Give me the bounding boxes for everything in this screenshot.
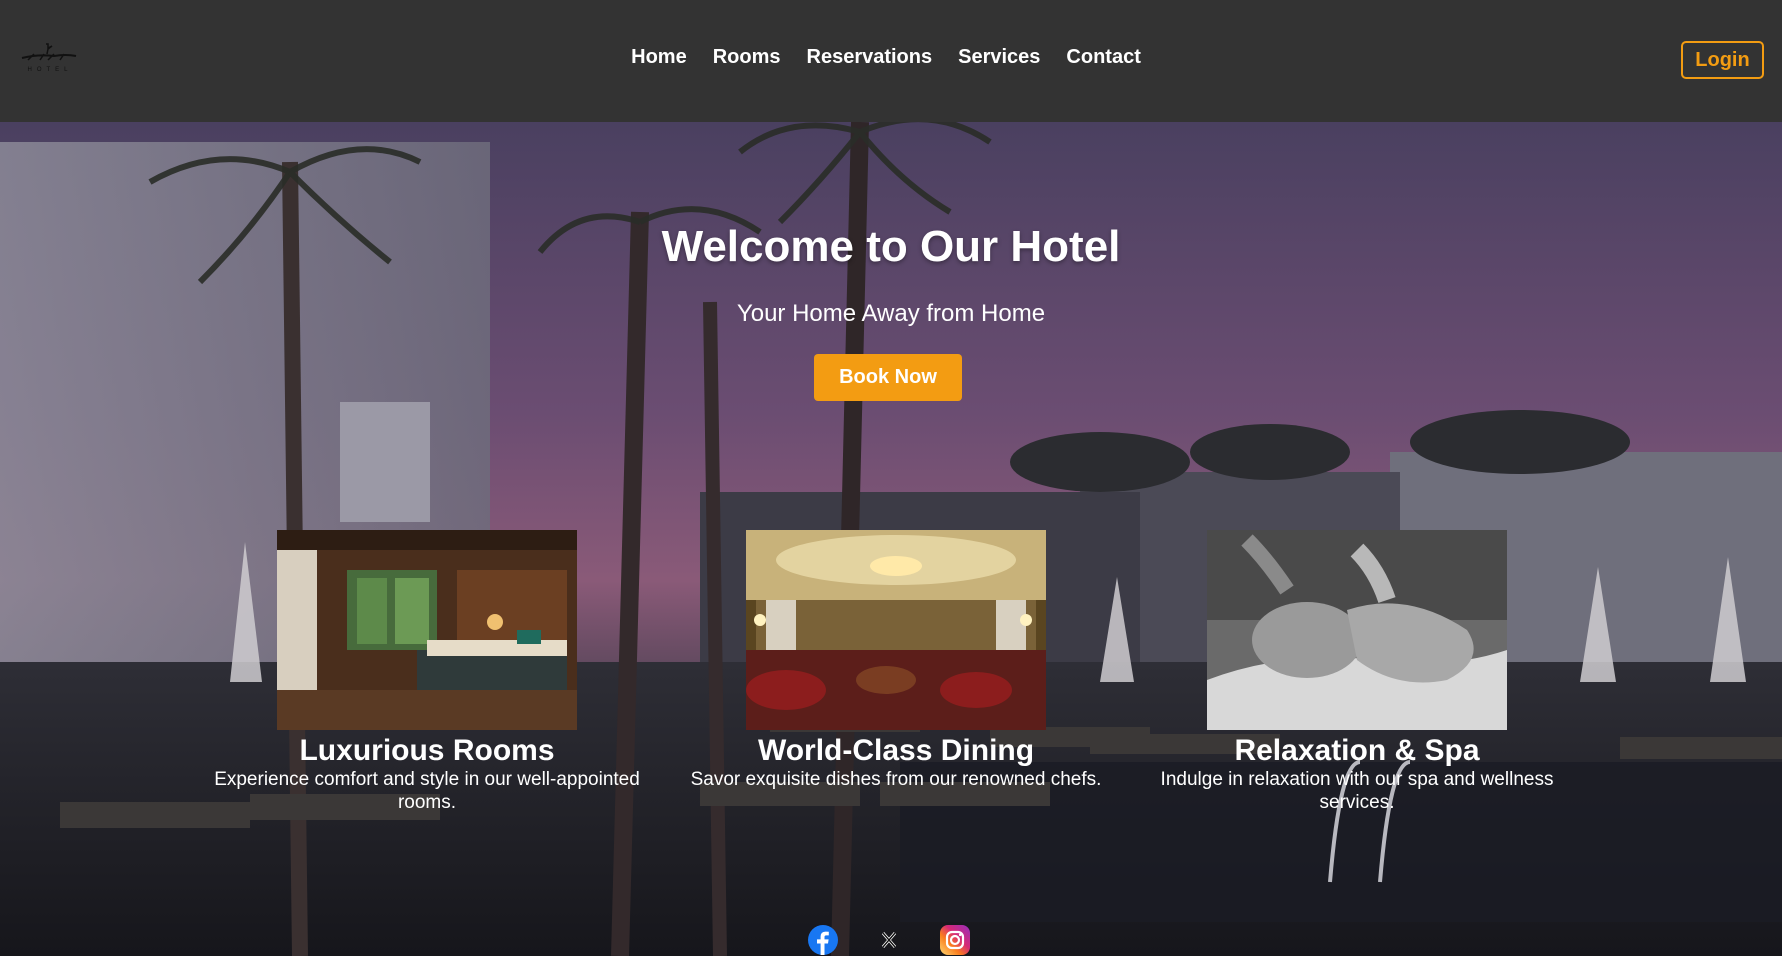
feature-title: Relaxation & Spa: [1234, 734, 1480, 767]
feature-title: Luxurious Rooms: [299, 734, 555, 767]
nav-item-home[interactable]: Home: [631, 46, 687, 69]
login-button[interactable]: Login: [1681, 41, 1764, 79]
dining-image: [746, 530, 1046, 730]
social-links: [808, 924, 970, 956]
spa-image: [1207, 530, 1507, 730]
feature-card-dining: World-Class Dining Savor exquisite dishe…: [666, 530, 1126, 791]
page: HOTEL Home Rooms Reservations Services C…: [0, 0, 1782, 956]
feature-description: Experience comfort and style in our well…: [214, 769, 640, 813]
feature-title: World-Class Dining: [757, 734, 1035, 767]
room-image: [277, 530, 577, 730]
nav-item-rooms[interactable]: Rooms: [713, 46, 781, 69]
feature-description: Indulge in relaxation with our spa and w…: [1160, 769, 1554, 813]
hero-subtitle: Your Home Away from Home: [736, 300, 1046, 327]
book-now-button[interactable]: Book Now: [814, 354, 962, 401]
nav-item-reservations[interactable]: Reservations: [807, 46, 933, 69]
feature-card-spa: Relaxation & Spa Indulge in relaxation w…: [1127, 530, 1587, 814]
hero-section: Welcome to Our Hotel Your Home Away from…: [0, 122, 1782, 956]
feature-card-rooms: Luxurious Rooms Experience comfort and s…: [197, 530, 657, 814]
hero-title: Welcome to Our Hotel: [661, 222, 1121, 271]
instagram-icon[interactable]: [940, 925, 970, 955]
feature-description: Savor exquisite dishes from our renowned…: [690, 769, 1102, 790]
nav-item-contact[interactable]: Contact: [1066, 46, 1140, 69]
main-nav: Home Rooms Reservations Services Contact: [0, 46, 1782, 69]
facebook-icon[interactable]: [808, 925, 838, 955]
nav-item-services[interactable]: Services: [958, 46, 1040, 69]
site-header: HOTEL Home Rooms Reservations Services C…: [0, 0, 1782, 122]
x-icon[interactable]: [874, 925, 904, 955]
